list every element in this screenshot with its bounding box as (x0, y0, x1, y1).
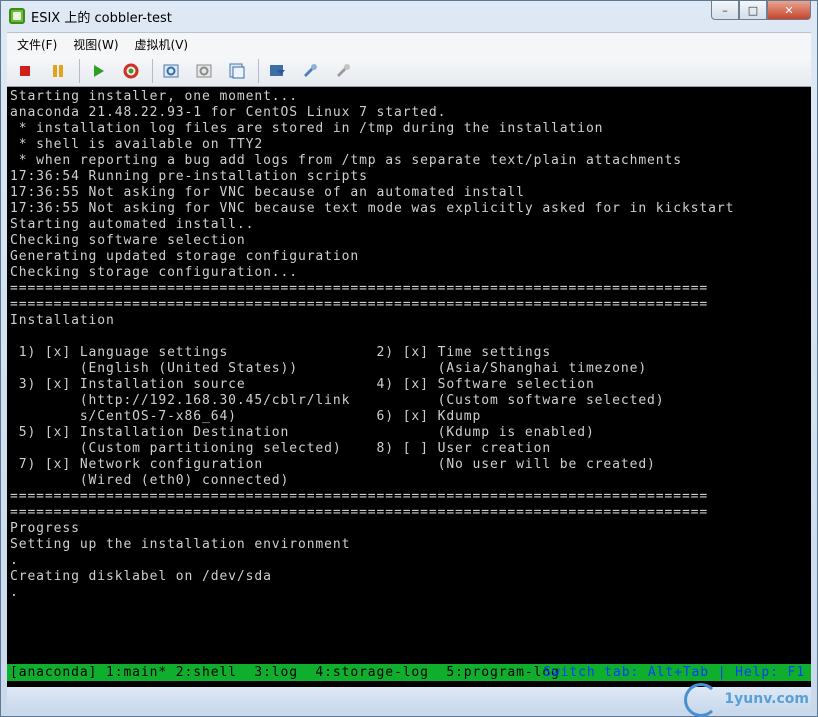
menu-view[interactable]: 视图(W) (63, 36, 124, 53)
snapshot-icon (163, 64, 179, 77)
watermark-logo-icon (684, 683, 719, 717)
toolbar (7, 55, 811, 87)
tmux-status-line: [anaconda] 1:main* 2:shell 3:log 4:stora… (7, 664, 811, 681)
reset-button[interactable] (119, 59, 143, 83)
power-on-button[interactable] (86, 59, 110, 83)
menu-file[interactable]: 文件(F) (7, 36, 63, 53)
close-button[interactable]: ✕ (767, 1, 811, 20)
title-bar[interactable]: ESIX 上的 cobbler-test – □ ✕ (1, 1, 817, 31)
revert-snapshot-icon (196, 64, 212, 77)
menu-bar: 文件(F) 视图(W) 虚拟机(V) (7, 32, 811, 55)
watermark: 1yunv.com (684, 683, 809, 717)
network-button[interactable] (331, 59, 355, 83)
status-tabs: [anaconda] 1:main* 2:shell 3:log 4:stora… (10, 665, 560, 680)
vsphere-app-icon (9, 8, 25, 24)
window-controls: – □ ✕ (711, 1, 811, 21)
revert-snapshot-button[interactable] (192, 59, 216, 83)
console-output: Starting installer, one moment... anacon… (10, 89, 735, 600)
minimize-button[interactable]: – (711, 1, 739, 20)
reset-icon (123, 63, 139, 78)
stop-icon (20, 65, 30, 76)
maximize-button[interactable]: □ (739, 1, 767, 20)
network-icon (337, 63, 350, 77)
pause-icon (53, 64, 63, 77)
watermark-text: 1yunv.com (724, 691, 809, 707)
console-button[interactable] (265, 59, 289, 83)
toolbar-separator (258, 58, 259, 83)
manage-snapshots-button[interactable] (225, 59, 249, 83)
console-icon (270, 64, 285, 76)
take-snapshot-button[interactable] (159, 59, 183, 83)
menu-vm[interactable]: 虚拟机(V) (125, 36, 195, 53)
toolbar-separator (79, 58, 80, 83)
pause-button[interactable] (46, 59, 70, 83)
wrench-icon (304, 63, 317, 77)
window-title: ESIX 上的 cobbler-test (31, 11, 172, 26)
status-help: Switch tab: Alt+Tab | Help: F1 (543, 665, 805, 680)
play-icon (94, 64, 104, 77)
settings-button[interactable] (298, 59, 322, 83)
vm-console-screen[interactable]: Starting installer, one moment... anacon… (7, 87, 811, 687)
stop-button[interactable] (13, 59, 37, 83)
manage-snapshots-icon (229, 63, 245, 78)
toolbar-separator (152, 58, 153, 83)
vm-console-window: ESIX 上的 cobbler-test – □ ✕ 文件(F) 视图(W) 虚… (0, 0, 818, 717)
